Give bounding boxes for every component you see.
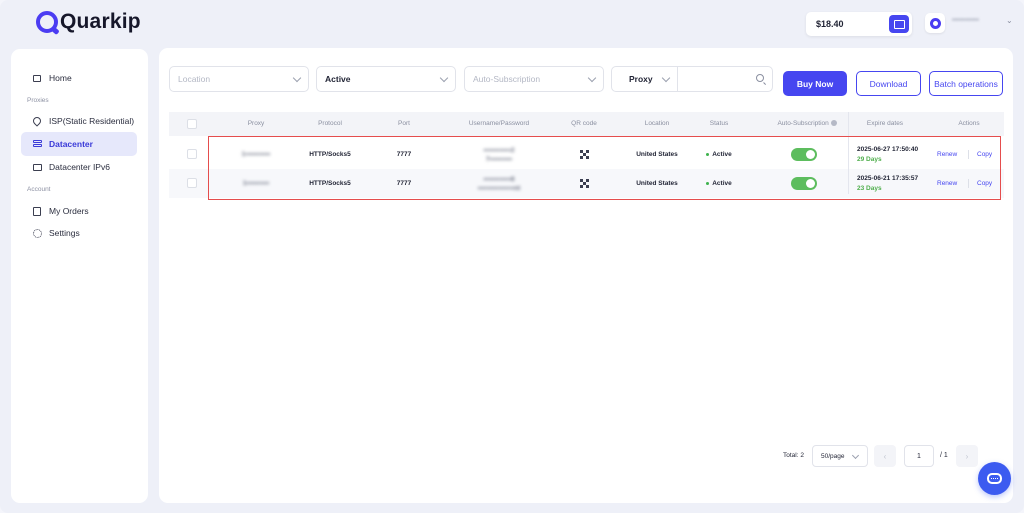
- page-number-input[interactable]: 1: [904, 445, 934, 467]
- app-window: Quarkip $18.40 ••••••••••• ⌄ Home Proxie…: [0, 0, 1024, 513]
- user-avatar-icon: [929, 17, 941, 29]
- auto-subscription-placeholder: Auto-Subscription: [473, 74, 541, 84]
- monitor-icon: [32, 163, 42, 171]
- home-icon: [33, 74, 41, 82]
- column-header-proxy: Proxy: [247, 120, 265, 127]
- sidebar-item-label: Settings: [49, 228, 80, 238]
- chevron-down-icon: [439, 73, 449, 83]
- column-header-port: Port: [398, 120, 410, 127]
- location-select[interactable]: Location: [169, 66, 309, 92]
- wallet-button[interactable]: [889, 15, 909, 33]
- sidebar-item-settings[interactable]: Settings: [21, 221, 137, 245]
- sidebar-item-datacenter[interactable]: Datacenter: [21, 132, 137, 156]
- section-label-proxies: Proxies: [27, 97, 49, 104]
- chevron-down-icon: [661, 73, 671, 83]
- batch-operations-button[interactable]: Batch operations: [929, 71, 1003, 96]
- brand-name: Quarkip: [60, 10, 141, 33]
- gear-icon: [32, 228, 42, 238]
- balance-widget: $18.40: [806, 12, 912, 36]
- column-header-protocol: Protocol: [318, 120, 342, 127]
- location-pin-icon: [31, 115, 43, 127]
- auto-subscription-select[interactable]: Auto-Subscription: [464, 66, 604, 92]
- status-select-value: Active: [325, 74, 351, 84]
- page-size-value: 50/page: [821, 452, 845, 460]
- sidebar-item-label: Home: [49, 73, 72, 83]
- sidebar-item-label: Datacenter: [49, 139, 93, 149]
- highlight-box: [208, 136, 1001, 200]
- sidebar-item-datacenter-ipv6[interactable]: Datacenter IPv6: [21, 155, 137, 179]
- page-count: / 1: [940, 452, 948, 459]
- sidebar: Home Proxies ISP(Static Residential) Dat…: [11, 49, 148, 503]
- search-icon[interactable]: [756, 74, 764, 82]
- buy-now-button[interactable]: Buy Now: [783, 71, 847, 96]
- chat-icon: [987, 473, 1002, 484]
- server-icon: [32, 140, 42, 148]
- next-page-button[interactable]: ›: [956, 445, 978, 467]
- row-checkbox[interactable]: [187, 149, 197, 159]
- column-header-credentials: Username/Password: [468, 120, 530, 127]
- chevron-down-icon: [292, 73, 302, 83]
- column-header-auto-subscription-label: Auto-Subscription: [777, 120, 829, 127]
- search-type-value: Proxy: [629, 74, 653, 84]
- sidebar-item-home[interactable]: Home: [21, 66, 137, 90]
- chevron-left-icon: ‹: [883, 451, 887, 461]
- brand-logo[interactable]: Quarkip: [36, 10, 141, 34]
- location-placeholder: Location: [178, 74, 211, 84]
- sidebar-item-label: My Orders: [49, 206, 89, 216]
- orders-icon: [33, 206, 41, 216]
- chevron-down-icon[interactable]: ⌄: [1006, 16, 1013, 25]
- main-panel: Location Active Auto-Subscription Proxy …: [159, 48, 1013, 503]
- logo-mark-icon: [36, 11, 58, 33]
- chevron-down-icon: [851, 451, 860, 460]
- wallet-icon: [893, 19, 905, 29]
- search-box: Proxy: [611, 66, 773, 92]
- column-header-auto-subscription: Auto-Subscription: [767, 112, 847, 136]
- search-type-select[interactable]: Proxy: [612, 67, 678, 91]
- column-header-actions: Actions: [958, 120, 980, 127]
- chat-support-button[interactable]: [978, 462, 1011, 495]
- row-checkbox[interactable]: [187, 178, 197, 188]
- pagination-total: Total: 2: [783, 452, 804, 459]
- chevron-down-icon: [587, 73, 597, 83]
- sidebar-item-label: Datacenter IPv6: [49, 162, 110, 172]
- table-header: Proxy Protocol Port Username/Password QR…: [169, 112, 1004, 136]
- chevron-right-icon: ›: [965, 451, 969, 461]
- sidebar-item-isp[interactable]: ISP(Static Residential): [21, 109, 137, 133]
- avatar[interactable]: [925, 13, 945, 33]
- section-label-account: Account: [27, 186, 51, 193]
- download-button[interactable]: Download: [856, 71, 921, 96]
- balance-amount: $18.40: [816, 19, 844, 29]
- info-icon[interactable]: [830, 120, 837, 127]
- column-header-status: Status: [709, 120, 729, 127]
- status-select[interactable]: Active: [316, 66, 456, 92]
- column-header-expire-dates: Expire dates: [866, 120, 904, 127]
- user-name[interactable]: •••••••••••: [952, 17, 979, 24]
- sidebar-item-my-orders[interactable]: My Orders: [21, 199, 137, 223]
- sidebar-item-label: ISP(Static Residential): [49, 116, 135, 126]
- column-header-qr: QR code: [571, 120, 597, 127]
- search-input[interactable]: [680, 70, 754, 90]
- select-all-checkbox[interactable]: [187, 119, 197, 129]
- page-size-select[interactable]: 50/page: [812, 445, 868, 467]
- column-header-location: Location: [644, 120, 670, 127]
- prev-page-button[interactable]: ‹: [874, 445, 896, 467]
